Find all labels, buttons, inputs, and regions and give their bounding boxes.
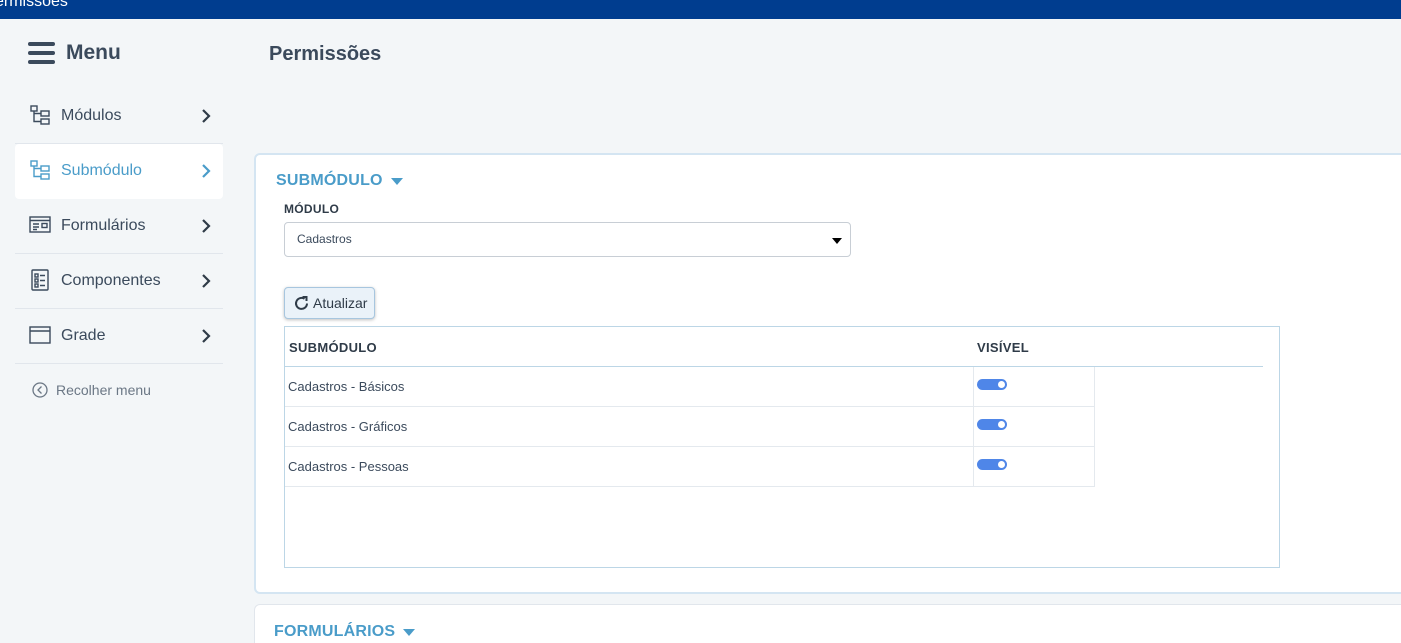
menu-header[interactable]: Menu (28, 41, 121, 65)
chevron-right-icon (202, 109, 211, 123)
sidebar: Menu Módulos Submódulo Formulários Compo… (0, 19, 240, 643)
visible-toggle[interactable] (977, 419, 1007, 430)
visible-toggle[interactable] (977, 379, 1007, 390)
sidebar-nav: Módulos Submódulo Formulários Componente… (15, 89, 223, 364)
modulo-field-label: MÓDULO (284, 202, 340, 216)
submodulo-section-toggle[interactable]: SUBMÓDULO (276, 172, 403, 190)
sidebar-item-componentes[interactable]: Componentes (15, 254, 223, 309)
hierarchy-icon (30, 105, 50, 125)
sidebar-item-modulos[interactable]: Módulos (15, 89, 223, 144)
modulo-select[interactable]: Cadastros (284, 222, 851, 257)
chevron-right-icon (202, 219, 211, 233)
submodulo-name: Cadastros - Básicos (288, 379, 405, 394)
sidebar-item-formularios[interactable]: Formulários (15, 199, 223, 254)
table-row: Cadastros - Pessoas (285, 447, 1095, 487)
formularios-heading: FORMULÁRIOS (274, 623, 396, 640)
table-row: Cadastros - Gráficos (285, 407, 1095, 447)
submodulo-card: SUBMÓDULO MÓDULO Cadastros Atualizar SUB… (254, 153, 1401, 594)
window-icon (29, 326, 51, 344)
refresh-icon (295, 295, 308, 310)
circle-chevron-left-icon (32, 382, 48, 398)
column-header-visivel[interactable]: VISÍVEL (977, 340, 1029, 355)
chevron-right-icon (202, 164, 211, 178)
submodulo-name: Cadastros - Pessoas (288, 459, 409, 474)
sidebar-item-label: Formulários (61, 217, 146, 234)
chevron-right-icon (202, 274, 211, 288)
menu-title: Menu (66, 41, 121, 64)
caret-down-icon (390, 177, 403, 185)
formularios-card: FORMULÁRIOS (254, 604, 1401, 643)
form-icon (29, 216, 51, 233)
caret-down-icon (403, 628, 416, 636)
submodulo-heading: SUBMÓDULO (276, 172, 383, 189)
collapse-menu-button[interactable]: Recolher menu (32, 382, 151, 398)
top-bar: ermissoes (0, 0, 1401, 19)
submodulo-name: Cadastros - Gráficos (288, 419, 408, 434)
dropdown-arrow-icon (832, 238, 842, 244)
hamburger-icon[interactable] (28, 42, 55, 64)
hierarchy-icon (30, 160, 50, 180)
atualizar-button[interactable]: Atualizar (284, 287, 375, 319)
window-title: ermissoes (0, 0, 68, 10)
collapse-menu-label: Recolher menu (56, 382, 151, 398)
submodulo-table: SUBMÓDULO VISÍVEL Cadastros - Básicos Ca… (284, 326, 1280, 568)
atualizar-label: Atualizar (313, 295, 368, 311)
visible-toggle[interactable] (977, 459, 1007, 470)
page-title: Permissões (269, 43, 382, 65)
sidebar-item-label: Componentes (61, 272, 161, 289)
sidebar-item-label: Módulos (61, 107, 122, 124)
modulo-select-value: Cadastros (297, 232, 352, 246)
checklist-icon (31, 269, 49, 291)
sidebar-item-grade[interactable]: Grade (15, 309, 223, 364)
chevron-right-icon (202, 329, 211, 343)
sidebar-item-label: Grade (61, 327, 106, 344)
table-row: Cadastros - Básicos (285, 367, 1095, 407)
sidebar-item-label: Submódulo (61, 162, 142, 179)
formularios-section-toggle[interactable]: FORMULÁRIOS (274, 623, 416, 641)
sidebar-item-submodulo[interactable]: Submódulo (15, 144, 223, 199)
column-header-submodulo[interactable]: SUBMÓDULO (289, 340, 377, 355)
